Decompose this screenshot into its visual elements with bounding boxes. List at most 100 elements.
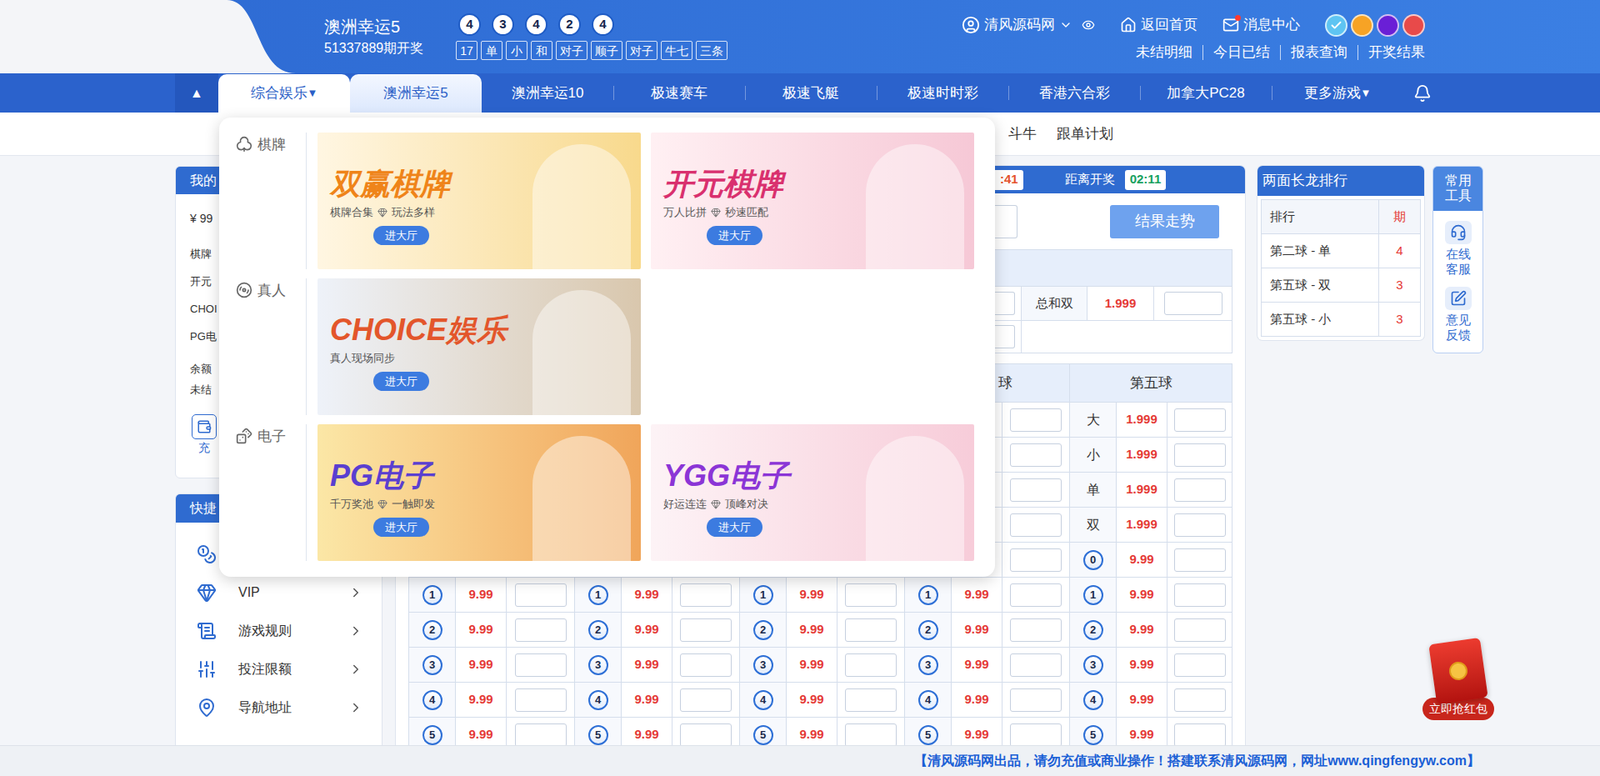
bet-input[interactable] <box>845 653 897 677</box>
bet-input[interactable] <box>1174 408 1226 432</box>
quick-link[interactable]: 开奖结果 <box>1357 45 1425 60</box>
bet-input[interactable] <box>515 618 567 642</box>
number-ball: 4 <box>753 690 774 710</box>
bet-input[interactable] <box>1010 443 1062 467</box>
bet-input[interactable] <box>1174 548 1226 572</box>
enter-hall-button[interactable]: 进大厅 <box>706 225 763 246</box>
odds-cell: 9.99 <box>1115 612 1167 647</box>
quick-link[interactable]: 未结明细 <box>1125 45 1203 60</box>
sub-nav-item[interactable]: 跟单计划 <box>1056 123 1114 145</box>
trend-button[interactable]: 结果走势 <box>1110 205 1220 239</box>
game-banner[interactable]: 开元棋牌万人比拼秒速匹配进大厅 <box>650 132 975 270</box>
bet-input[interactable] <box>1174 583 1226 607</box>
nav-item[interactable]: 极速飞艇 <box>745 73 877 113</box>
wallet-icon <box>196 419 212 435</box>
notice-button[interactable] <box>1403 73 1442 113</box>
game-banner[interactable]: CHOICE娱乐真人现场同步进大厅 <box>317 278 641 415</box>
collapse-button[interactable]: ▲ <box>175 73 219 113</box>
bet-input[interactable] <box>515 723 567 747</box>
shortcut-item[interactable]: 游戏规则 <box>175 611 382 650</box>
nav-item[interactable]: 极速赛车 <box>613 73 745 113</box>
game-banner[interactable]: YGG电子好运连连顶峰对决进大厅 <box>650 424 975 561</box>
theme-swatch[interactable] <box>1325 14 1348 37</box>
bet-input[interactable] <box>1010 618 1062 642</box>
lottery-page: 澳洲幸运551337889期开奖4342417单小和对子顺子对子牛七三条清风源码… <box>0 0 1600 776</box>
odds-cell: 9.99 <box>1115 577 1167 612</box>
user-menu[interactable]: 清风源码网 <box>961 14 1095 36</box>
bet-row: 19.9919.9919.9919.9919.99 <box>409 576 1232 612</box>
nav-item[interactable]: 更多游戏▼ <box>1271 73 1404 113</box>
message-center[interactable]: 消息中心 <box>1222 14 1300 36</box>
game-banner[interactable]: PG电子千万奖池一触即发进大厅 <box>317 424 641 561</box>
odds-cell: 1.999 <box>1115 472 1167 507</box>
bet-input[interactable] <box>1174 618 1226 642</box>
red-packet[interactable]: 立即抢红包 <box>1418 640 1499 720</box>
home-link[interactable]: 返回首页 <box>1120 14 1198 36</box>
bet-option: 大 <box>1086 410 1100 430</box>
recharge-button[interactable]: 充 <box>190 414 219 456</box>
bet-input[interactable] <box>1174 653 1226 677</box>
shortcut-item[interactable]: 投注限额 <box>175 650 382 689</box>
theme-swatch[interactable] <box>1402 14 1425 37</box>
bet-input[interactable] <box>845 723 897 747</box>
amount-input[interactable] <box>995 205 1018 239</box>
eye-icon[interactable] <box>1081 18 1095 32</box>
bet-input[interactable] <box>680 688 732 712</box>
game-banner[interactable]: 双赢棋牌棋牌合集玩法多样进大厅 <box>317 132 641 270</box>
enter-hall-button[interactable]: 进大厅 <box>706 517 763 538</box>
bet-input[interactable] <box>1174 723 1226 747</box>
bet-input[interactable] <box>1164 291 1223 315</box>
enter-hall-button[interactable]: 进大厅 <box>373 517 430 538</box>
logo-shape-icon <box>0 0 296 74</box>
nav-item[interactable]: 澳洲幸运5 <box>350 74 482 113</box>
bet-input[interactable] <box>680 618 732 642</box>
bet-input[interactable] <box>680 723 732 747</box>
bet-input[interactable] <box>1010 688 1062 712</box>
bet-input[interactable] <box>1010 513 1062 537</box>
bet-input[interactable] <box>680 583 732 607</box>
nav-divider <box>1008 85 1010 100</box>
banner-subtitle: 棋牌合集玩法多样 <box>330 204 435 221</box>
bet-input[interactable] <box>1174 443 1226 467</box>
quick-link[interactable]: 报表查询 <box>1280 45 1358 60</box>
bet-input[interactable] <box>1010 548 1062 572</box>
tool-item[interactable]: 意见反馈 <box>1445 286 1472 343</box>
theme-swatch[interactable] <box>1350 14 1374 37</box>
enter-hall-button[interactable]: 进大厅 <box>373 371 430 392</box>
sub-nav-item[interactable]: 斗牛 <box>1008 123 1037 145</box>
tool-item[interactable]: 在线客服 <box>1445 220 1472 277</box>
navigation-icon <box>196 697 217 718</box>
nav-item[interactable]: 综合娱乐▼ <box>218 74 350 113</box>
shortcut-item[interactable]: VIP <box>175 573 382 612</box>
bet-input[interactable] <box>1010 408 1062 432</box>
result-tag: 单 <box>480 40 503 60</box>
red-envelope-icon <box>1428 637 1488 705</box>
bet-input[interactable] <box>1174 688 1226 712</box>
bet-input[interactable] <box>1174 513 1226 537</box>
shortcut-item[interactable]: 导航地址 <box>175 688 382 727</box>
bet-input[interactable] <box>1010 653 1062 677</box>
nav-item[interactable]: 加拿大PC28 <box>1140 73 1272 113</box>
quick-link[interactable]: 今日已结 <box>1202 45 1280 60</box>
bet-input[interactable] <box>845 618 897 642</box>
bet-input[interactable] <box>995 325 1015 349</box>
nav-item[interactable]: 香港六合彩 <box>1008 73 1140 113</box>
bet-input[interactable] <box>1010 583 1062 607</box>
bet-input[interactable] <box>1174 478 1226 502</box>
nav-item[interactable]: 极速时时彩 <box>876 73 1009 113</box>
bet-input[interactable] <box>995 291 1015 315</box>
bet-input[interactable] <box>515 653 567 677</box>
enter-hall-button[interactable]: 进大厅 <box>373 225 430 246</box>
bet-input[interactable] <box>1010 478 1062 502</box>
theme-swatch[interactable] <box>1376 14 1400 37</box>
live-icon <box>235 281 253 299</box>
result-ball: 2 <box>558 13 581 36</box>
bet-input[interactable] <box>515 583 567 607</box>
bet-input[interactable] <box>845 583 897 607</box>
number-ball: 1 <box>918 585 939 605</box>
bet-input[interactable] <box>515 688 567 712</box>
bet-input[interactable] <box>845 688 897 712</box>
nav-item[interactable]: 澳洲幸运10 <box>481 73 614 113</box>
bet-input[interactable] <box>680 653 732 677</box>
bet-input[interactable] <box>1010 723 1062 747</box>
